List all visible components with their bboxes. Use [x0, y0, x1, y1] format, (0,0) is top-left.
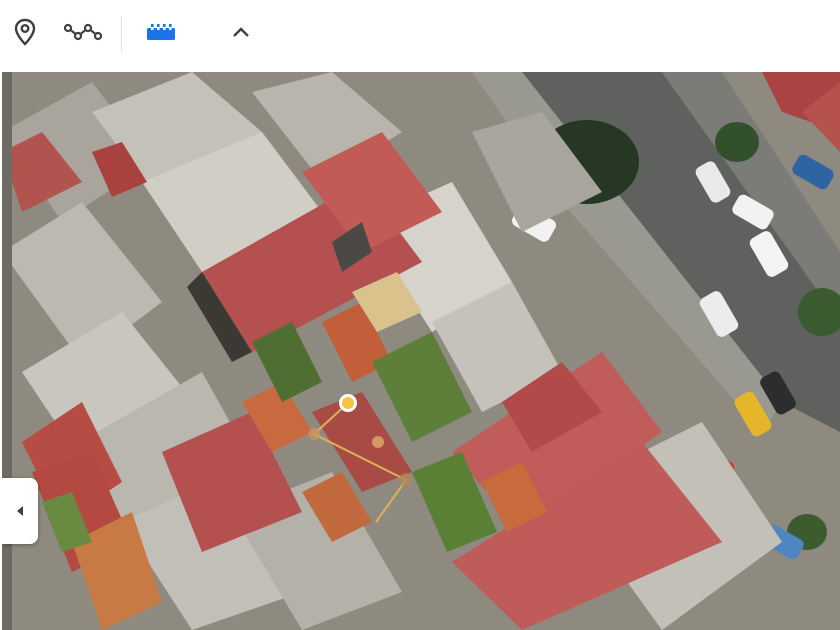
path-tool-button[interactable]	[63, 14, 103, 50]
chevron-up-icon	[233, 27, 249, 37]
map-toolbar	[0, 0, 840, 72]
path-nodes-icon	[64, 23, 102, 41]
map-pin-icon	[14, 18, 36, 46]
measure-point	[308, 428, 320, 440]
placemark-tool-button[interactable]	[7, 14, 43, 50]
satellite-imagery	[2, 72, 840, 630]
measure-tool-button[interactable]	[143, 14, 179, 50]
measure-point	[372, 436, 384, 448]
side-panel-toggle[interactable]	[2, 478, 38, 544]
ruler-icon	[147, 24, 175, 40]
collapse-toolbar-button[interactable]	[223, 14, 259, 50]
measure-point	[399, 473, 413, 487]
chevron-left-icon	[17, 506, 23, 516]
satellite-map[interactable]	[2, 72, 840, 630]
toolbar-divider	[121, 16, 122, 52]
